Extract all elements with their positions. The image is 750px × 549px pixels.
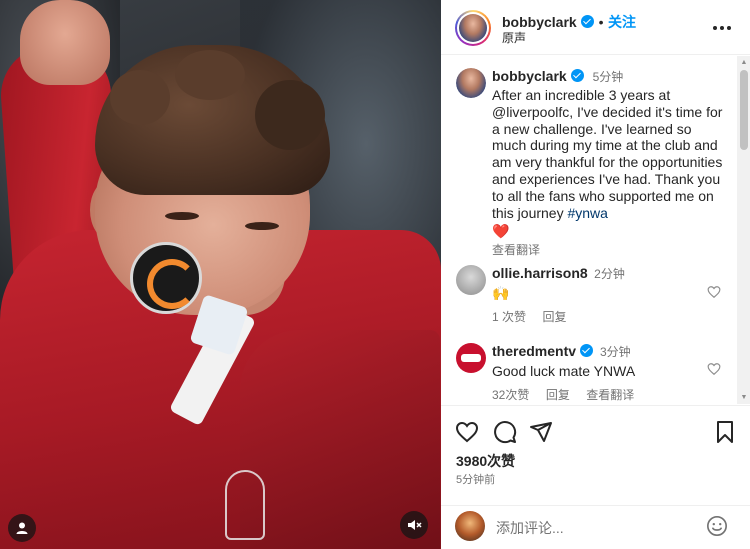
comment-likes[interactable]: 1 次赞	[492, 310, 526, 324]
comment-icon[interactable]	[493, 420, 517, 444]
comment-time[interactable]: 2分钟	[594, 267, 625, 281]
caption-time[interactable]: 5分钟	[593, 70, 624, 84]
caption-text: After an incredible 3 years at @liverpoo…	[492, 87, 723, 221]
profile-icon[interactable]	[8, 514, 36, 542]
comment-username[interactable]: theredmentv	[492, 343, 576, 359]
profile-glyph	[16, 522, 28, 534]
comment-username[interactable]: ollie.harrison8	[492, 265, 588, 281]
verified-icon	[580, 344, 594, 357]
comments-list[interactable]: bobbyclark 5分钟 After an incredible 3 yea…	[441, 56, 750, 404]
add-comment-bar: 添加评论...	[441, 505, 750, 549]
hair-curl	[110, 70, 170, 125]
caption-hashtag[interactable]: #ynwa	[567, 205, 607, 221]
comment-item: theredmentv 3分钟 Good luck mate YNWA 32次赞…	[492, 343, 712, 404]
heart-icon[interactable]	[707, 362, 721, 376]
right-eye	[245, 222, 279, 230]
reply-button[interactable]: 回复	[542, 310, 566, 324]
posted-time[interactable]: 5分钟前	[456, 471, 495, 487]
heart-icon[interactable]	[455, 420, 479, 444]
comment-input[interactable]: 添加评论...	[496, 518, 564, 538]
more-horizontal-icon[interactable]	[713, 20, 737, 36]
comment-text: Good luck mate YNWA	[492, 363, 636, 379]
hair-curl	[175, 50, 245, 100]
club-crest	[225, 470, 265, 540]
viewer-avatar[interactable]	[455, 511, 485, 541]
bookmark-icon[interactable]	[713, 420, 737, 444]
post-panel: bobbyclark • 关注 原声 bobbyclark 5分钟 After …	[441, 0, 750, 549]
post-media[interactable]	[0, 0, 441, 549]
competition-badge	[130, 242, 202, 314]
share-icon[interactable]	[529, 420, 553, 444]
comment-text: 🙌	[492, 285, 510, 301]
separator-dot: •	[598, 14, 604, 30]
comment-avatar[interactable]	[456, 265, 486, 295]
verified-icon	[571, 69, 585, 82]
follow-button[interactable]: 关注	[608, 14, 636, 30]
see-translation-link[interactable]: 查看翻译	[586, 388, 634, 402]
mute-icon[interactable]	[400, 511, 428, 539]
like-count[interactable]: 3980次赞	[456, 451, 515, 471]
audio-label[interactable]: 原声	[502, 29, 526, 46]
caption-avatar[interactable]	[456, 68, 486, 98]
caption-block: bobbyclark 5分钟 After an incredible 3 yea…	[492, 68, 727, 258]
post-actions: 3980次赞 5分钟前	[441, 405, 750, 505]
scroll-thumb[interactable]	[740, 70, 748, 150]
verified-icon	[581, 15, 595, 28]
see-translation-link[interactable]: 查看翻译	[492, 241, 727, 258]
heart-emoji: ❤️	[492, 223, 510, 240]
left-eye	[165, 212, 199, 220]
comment-likes[interactable]: 32次赞	[492, 388, 529, 402]
author-username[interactable]: bobbyclark	[502, 14, 577, 30]
hair-curl	[255, 80, 325, 150]
comment-avatar[interactable]	[456, 343, 486, 373]
raised-fist	[20, 0, 110, 85]
author-avatar[interactable]	[455, 10, 491, 46]
speaker-muted-glyph	[408, 520, 422, 530]
reply-button[interactable]: 回复	[546, 388, 570, 402]
comment-item: ollie.harrison8 2分钟 🙌 1 次赞 回复	[492, 265, 712, 326]
scroll-down-arrow-icon[interactable]: ▼	[740, 394, 748, 402]
heart-icon[interactable]	[707, 285, 721, 299]
scroll-up-arrow-icon[interactable]: ▲	[740, 59, 748, 67]
post-header: bobbyclark • 关注 原声	[441, 0, 750, 55]
smiley-icon[interactable]	[706, 515, 728, 537]
caption-username[interactable]: bobbyclark	[492, 68, 567, 84]
comment-time[interactable]: 3分钟	[600, 345, 631, 359]
